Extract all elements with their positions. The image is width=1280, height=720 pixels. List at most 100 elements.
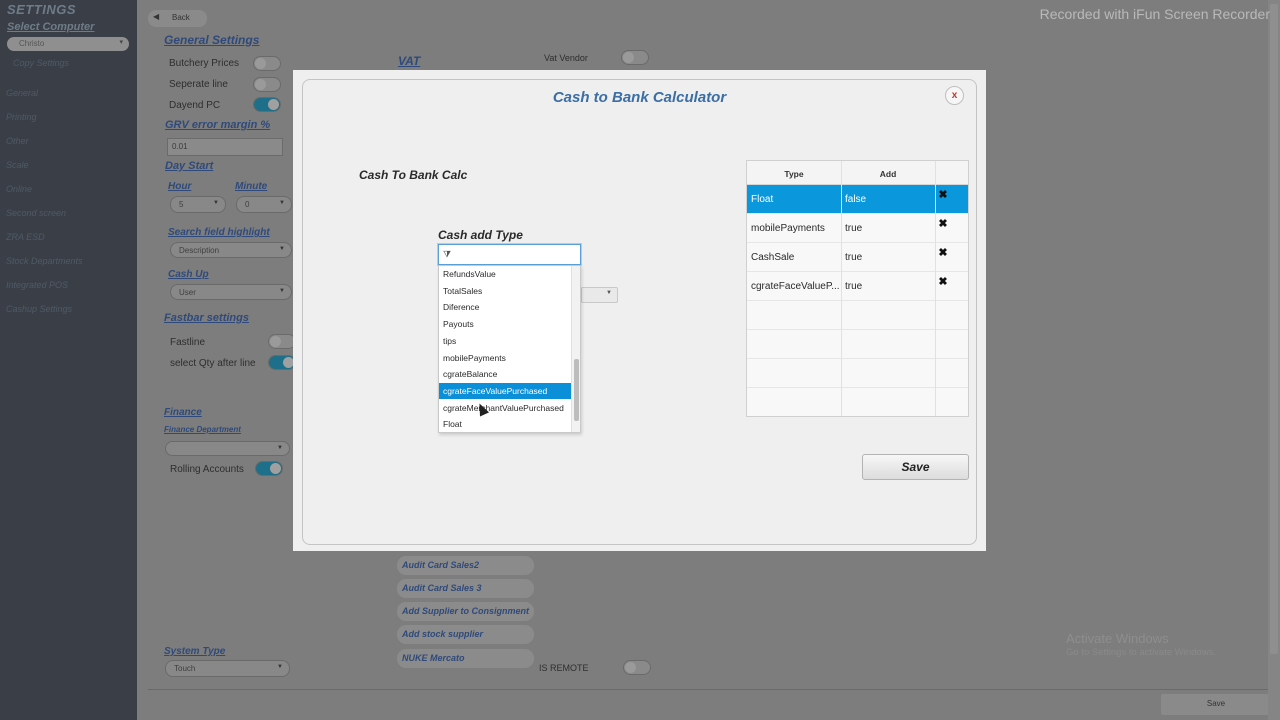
dropdown-item-selected[interactable]: cgrateFaceValuePurchased (439, 382, 572, 399)
audit-card-sales2-button[interactable]: Audit Card Sales2 (397, 556, 534, 575)
sidebar-item-cashup-settings[interactable]: Cashup Settings (6, 304, 72, 314)
cell-add: true (845, 223, 863, 234)
rolling-accounts-label: Rolling Accounts (170, 464, 244, 475)
cash-add-type-combo[interactable]: ▼ (581, 287, 618, 303)
rolling-accounts-toggle[interactable] (255, 461, 283, 476)
vat-vendor-label: Vat Vendor (544, 53, 588, 63)
delete-icon[interactable]: ✖ (937, 247, 949, 259)
sidebar-item-online[interactable]: Online (6, 184, 32, 194)
nuke-mercato-button[interactable]: NUKE Mercato (397, 649, 534, 668)
dropdown-item[interactable]: Payouts (439, 316, 572, 332)
close-button[interactable]: x (945, 86, 964, 105)
cash-up-value: User (179, 288, 196, 297)
delete-icon[interactable]: ✖ (937, 189, 949, 201)
is-remote-label: IS REMOTE (539, 663, 589, 673)
recorder-watermark: Recorded with iFun Screen Recorder (1039, 6, 1270, 22)
day-start-heading: Day Start (165, 160, 214, 172)
sidebar-item-printing[interactable]: Printing (6, 112, 37, 122)
cash-to-bank-dialog: Cash to Bank Calculator x Cash To Bank C… (293, 70, 986, 551)
minute-select[interactable]: 0 ▼ (236, 196, 292, 213)
dropdown-item[interactable]: cgrateMerchantValuePurchased (439, 400, 572, 416)
vat-heading: VAT (398, 54, 421, 68)
cash-add-type-dropdown: RefundsValue TotalSales Diference Payout… (438, 265, 581, 433)
add-supplier-consignment-button[interactable]: Add Supplier to Consignment (397, 602, 534, 621)
page-scrollbar[interactable] (1268, 0, 1280, 720)
fastline-label: Fastline (170, 337, 206, 348)
select-qty-toggle[interactable] (268, 355, 296, 370)
section-title: Cash To Bank Calc (359, 168, 468, 182)
dayend-pc-toggle[interactable] (253, 97, 281, 112)
cell-type: cgrateFaceValueP... (751, 281, 840, 292)
delete-icon[interactable]: ✖ (937, 218, 949, 230)
computer-select[interactable]: Christo ▾ (7, 37, 129, 51)
fastline-toggle[interactable] (268, 334, 296, 349)
dropdown-scrollbar-thumb[interactable] (574, 359, 579, 421)
sidebar-item-copy-settings[interactable]: Copy Settings (13, 58, 69, 68)
system-type-select[interactable]: Touch ▼ (165, 660, 290, 677)
butchery-prices-label: Butchery Prices (169, 58, 240, 69)
page-save-button[interactable]: Save (1161, 694, 1271, 715)
cash-up-heading: Cash Up (168, 269, 209, 280)
chevron-down-icon: ▼ (279, 200, 285, 206)
is-remote-toggle[interactable] (623, 660, 651, 675)
activate-windows-title: Activate Windows (1066, 631, 1169, 646)
minute-label: Minute (235, 181, 268, 192)
hour-select[interactable]: 5 ▼ (170, 196, 226, 213)
column-header-add[interactable]: Add (841, 161, 935, 185)
search-field-highlight-select[interactable]: Description ▼ (170, 242, 292, 258)
sidebar-item-second-screen[interactable]: Second screen (6, 208, 66, 218)
hour-label: Hour (168, 181, 192, 192)
column-divider (935, 161, 936, 416)
search-field-highlight-heading: Search field highlight (168, 227, 270, 238)
computer-select-value: Christo (19, 39, 45, 48)
sidebar-title: SETTINGS (7, 2, 77, 17)
cash-up-select[interactable]: User ▼ (170, 284, 292, 300)
minute-select-value: 0 (245, 200, 250, 209)
sidebar-item-general[interactable]: General (6, 88, 38, 98)
dropdown-item[interactable]: RefundsValue (439, 266, 572, 282)
cell-type: mobilePayments (751, 223, 825, 234)
cash-add-type-label: Cash add Type (438, 228, 523, 242)
search-field-highlight-value: Description (179, 246, 220, 255)
back-label: Back (172, 13, 190, 22)
chevron-down-icon: ▾ (119, 39, 123, 46)
sidebar-item-integrated-pos[interactable]: Integrated POS (6, 280, 68, 290)
grv-error-margin-input[interactable]: 0.01 (167, 138, 283, 156)
butchery-prices-toggle[interactable] (253, 56, 281, 71)
add-stock-supplier-button[interactable]: Add stock supplier (397, 625, 534, 644)
finance-heading: Finance (164, 407, 202, 418)
seperate-line-label: Seperate line (169, 79, 228, 90)
sidebar-item-other[interactable]: Other (6, 136, 29, 146)
back-button[interactable]: ◀ Back (148, 10, 207, 27)
footer-divider (148, 689, 1268, 690)
column-divider (841, 161, 842, 416)
dropdown-item[interactable]: Float (439, 416, 572, 432)
dropdown-scrollbar[interactable] (571, 266, 580, 432)
column-header-type[interactable]: Type (747, 161, 841, 185)
cash-add-type-filter-input[interactable]: ⧩ (438, 244, 581, 265)
vat-vendor-toggle[interactable] (621, 50, 649, 65)
system-type-value: Touch (174, 664, 196, 673)
dropdown-item[interactable]: mobilePayments (439, 350, 572, 366)
delete-icon[interactable]: ✖ (937, 276, 949, 288)
cell-add: true (845, 252, 863, 263)
sidebar-item-zra-esd[interactable]: ZRA ESD (6, 232, 45, 242)
save-button[interactable]: Save (862, 454, 969, 480)
dropdown-item[interactable]: cgrateBalance (439, 366, 572, 382)
audit-card-sales3-button[interactable]: Audit Card Sales 3 (397, 579, 534, 598)
grv-error-margin-heading: GRV error margin % (165, 119, 271, 131)
fastbar-settings-heading: Fastbar settings (164, 312, 249, 324)
cell-type: Float (751, 194, 774, 205)
system-type-heading: System Type (164, 646, 226, 657)
sidebar-item-scale[interactable]: Scale (6, 160, 29, 170)
dropdown-item[interactable]: Diference (439, 299, 572, 315)
finance-department-select[interactable]: ▼ (165, 441, 290, 456)
activate-windows-subtitle: Go to Settings to activate Windows. (1066, 647, 1216, 658)
dropdown-item[interactable]: TotalSales (439, 283, 572, 299)
dropdown-item[interactable]: tips (439, 333, 572, 349)
dialog-title: Cash to Bank Calculator (552, 89, 727, 106)
seperate-line-toggle[interactable] (253, 77, 281, 92)
page-scrollbar-thumb[interactable] (1270, 4, 1278, 654)
cell-type: CashSale (751, 252, 795, 263)
sidebar-item-stock-departments[interactable]: Stock Departments (6, 256, 83, 266)
